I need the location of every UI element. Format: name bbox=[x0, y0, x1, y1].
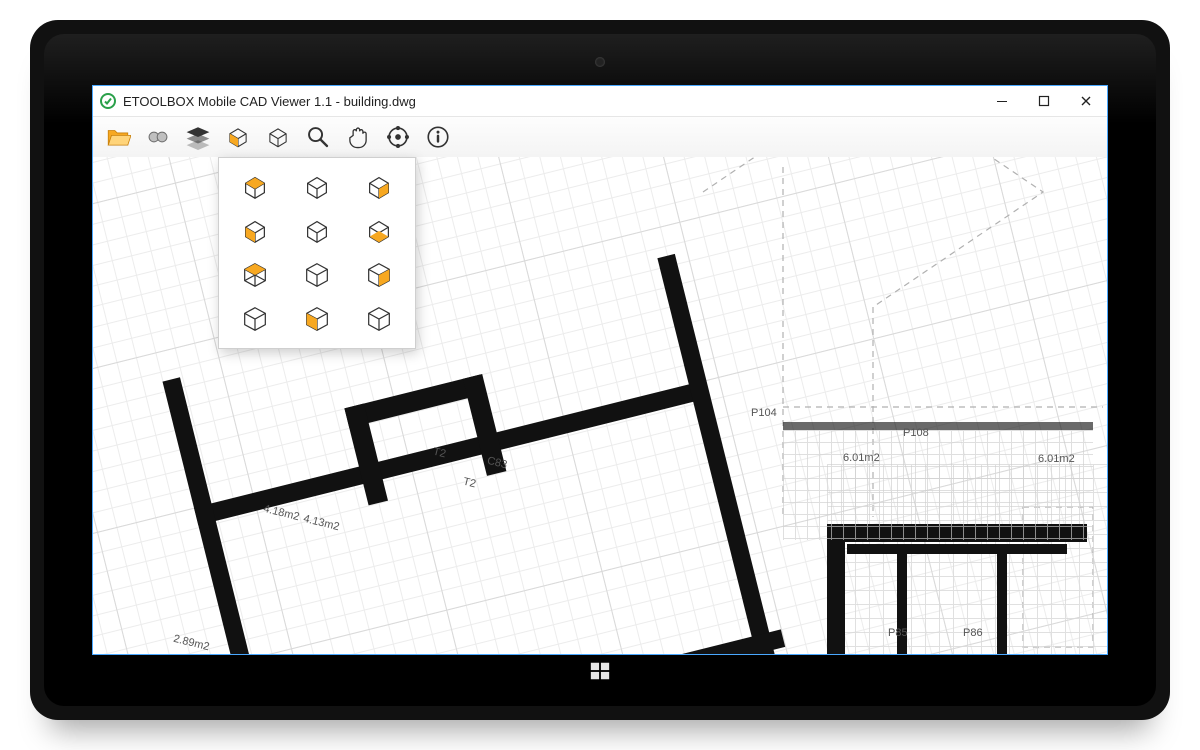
app-icon bbox=[93, 93, 123, 109]
view-front-button[interactable] bbox=[227, 168, 283, 206]
layers-button[interactable] bbox=[181, 120, 215, 154]
drawing-label: 6.01m2 bbox=[843, 452, 880, 464]
pan-button[interactable] bbox=[341, 120, 375, 154]
close-button[interactable] bbox=[1065, 86, 1107, 116]
link-button[interactable] bbox=[141, 120, 175, 154]
view-wire2-button[interactable] bbox=[289, 212, 345, 250]
view-iso-w-button[interactable] bbox=[227, 300, 283, 338]
title-bar: ETOOLBOX Mobile CAD Viewer 1.1 - buildin… bbox=[93, 86, 1107, 117]
view-iso-se-button[interactable] bbox=[351, 300, 407, 338]
tablet-frame: ETOOLBOX Mobile CAD Viewer 1.1 - buildin… bbox=[30, 20, 1170, 720]
zoom-button[interactable] bbox=[301, 120, 335, 154]
open-file-button[interactable] bbox=[101, 120, 135, 154]
view-bottom-button[interactable] bbox=[351, 212, 407, 250]
tablet-camera-icon bbox=[595, 57, 605, 67]
drawing-label: P108 bbox=[903, 427, 929, 439]
main-toolbar bbox=[93, 117, 1107, 158]
flat-grid-zone bbox=[783, 422, 1093, 540]
view-preset-a-button[interactable] bbox=[221, 120, 255, 154]
view-iso-e-button[interactable] bbox=[351, 256, 407, 294]
drawing-label: P86 bbox=[963, 627, 983, 639]
orbit-button[interactable] bbox=[381, 120, 415, 154]
view-wire-button[interactable] bbox=[289, 168, 345, 206]
view-iso-nw-button[interactable] bbox=[227, 256, 283, 294]
view-preset-b-button[interactable] bbox=[261, 120, 295, 154]
view-right-button[interactable] bbox=[351, 168, 407, 206]
drawing-label: 6.01m2 bbox=[1038, 453, 1075, 465]
window-title: ETOOLBOX Mobile CAD Viewer 1.1 - buildin… bbox=[123, 94, 981, 109]
view-iso-ne-button[interactable] bbox=[289, 256, 345, 294]
drawing-label: P85 bbox=[888, 627, 908, 639]
view-left-button[interactable] bbox=[227, 212, 283, 250]
minimize-button[interactable] bbox=[981, 86, 1023, 116]
app-window: ETOOLBOX Mobile CAD Viewer 1.1 - buildin… bbox=[92, 85, 1108, 655]
windows-home-icon[interactable] bbox=[589, 660, 611, 688]
info-button[interactable] bbox=[421, 120, 455, 154]
view-iso-sw-button[interactable] bbox=[289, 300, 345, 338]
drawing-label: P104 bbox=[751, 407, 777, 419]
maximize-button[interactable] bbox=[1023, 86, 1065, 116]
view-preset-panel bbox=[218, 157, 416, 349]
